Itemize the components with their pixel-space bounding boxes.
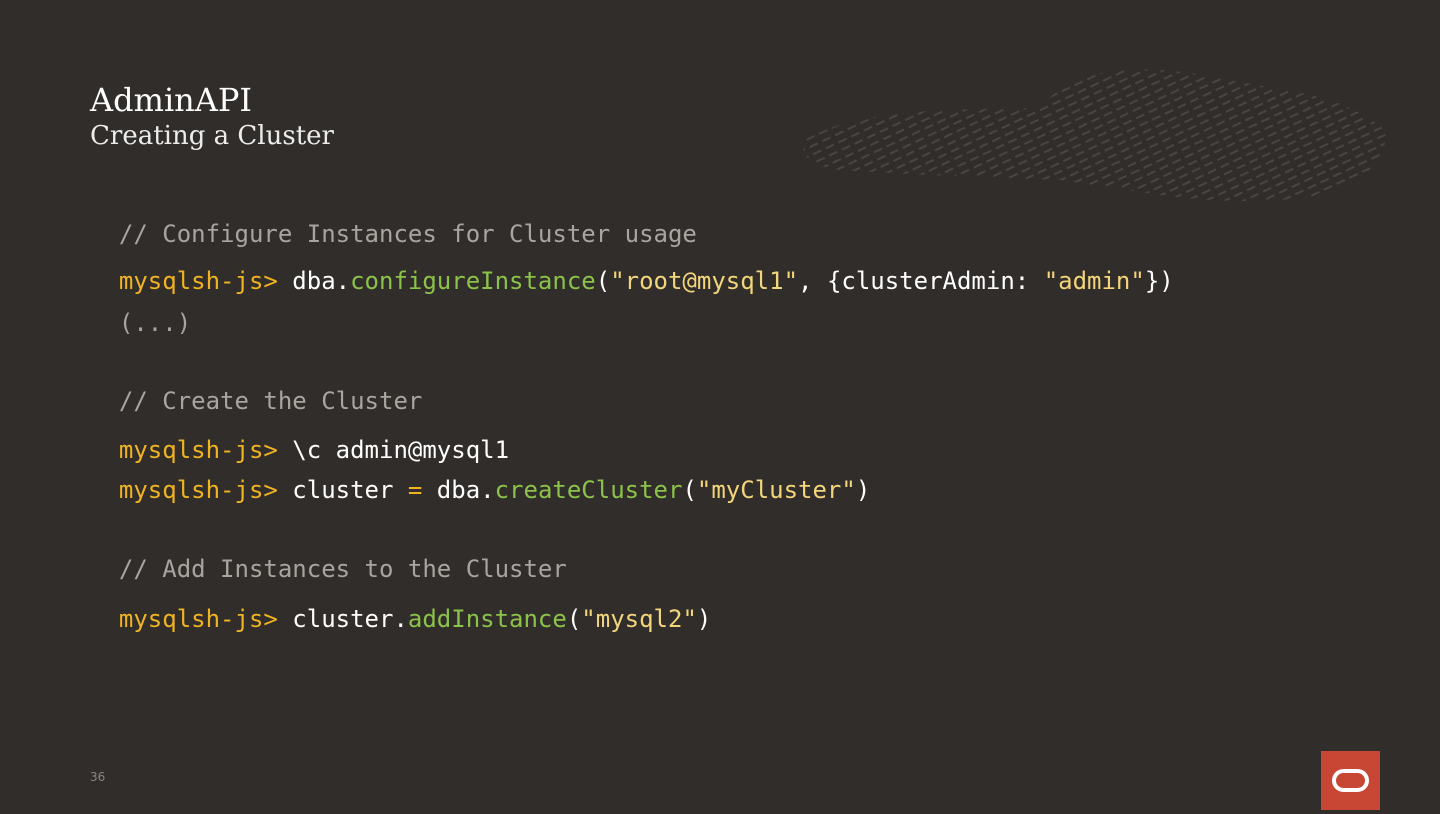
code-comma: , [798, 267, 827, 295]
shell-prompt: mysqlsh-js> [118, 605, 293, 633]
code-paren-close: ) [855, 476, 871, 504]
code-string: "myCluster" [696, 476, 856, 504]
code-paren-open: ( [595, 267, 611, 295]
code-line-configure-instance: mysqlsh-js> dba.configureInstance("root@… [90, 236, 1174, 296]
code-paren-open: ( [682, 476, 697, 504]
code-object: cluster. [292, 605, 408, 633]
code-ellipsis: (...) [90, 278, 191, 338]
code-object: dba. [292, 267, 351, 295]
code-string: "admin" [1043, 267, 1145, 295]
shell-prompt: mysqlsh-js> [118, 476, 293, 504]
code-string: "root@mysql1" [610, 267, 799, 295]
slide-title: AdminAPI [90, 81, 253, 119]
code-paren-close: }) [1144, 267, 1174, 295]
page-number: 36 [90, 770, 106, 784]
ellipsis-text: (...) [118, 309, 192, 337]
code-operator: = [407, 476, 423, 504]
oracle-logo-icon [1321, 751, 1380, 810]
code-line-add-instance: mysqlsh-js> cluster.addInstance("mysql2"… [90, 574, 711, 634]
code-function: addInstance [407, 605, 567, 633]
code-paren-close: ) [696, 605, 712, 633]
code-function: createCluster [494, 476, 683, 504]
code-function: configureInstance [350, 267, 596, 295]
slide-subtitle: Creating a Cluster [90, 121, 334, 151]
code-object-literal: {clusterAdmin: [826, 267, 1044, 295]
code-variable: cluster [292, 476, 408, 504]
code-object: dba. [422, 476, 495, 504]
code-paren-open: ( [566, 605, 582, 633]
texture-pattern-icon [803, 69, 1386, 201]
code-line-create-cluster: mysqlsh-js> cluster = dba.createCluster(… [90, 445, 870, 505]
code-string: "mysql2" [581, 605, 697, 633]
